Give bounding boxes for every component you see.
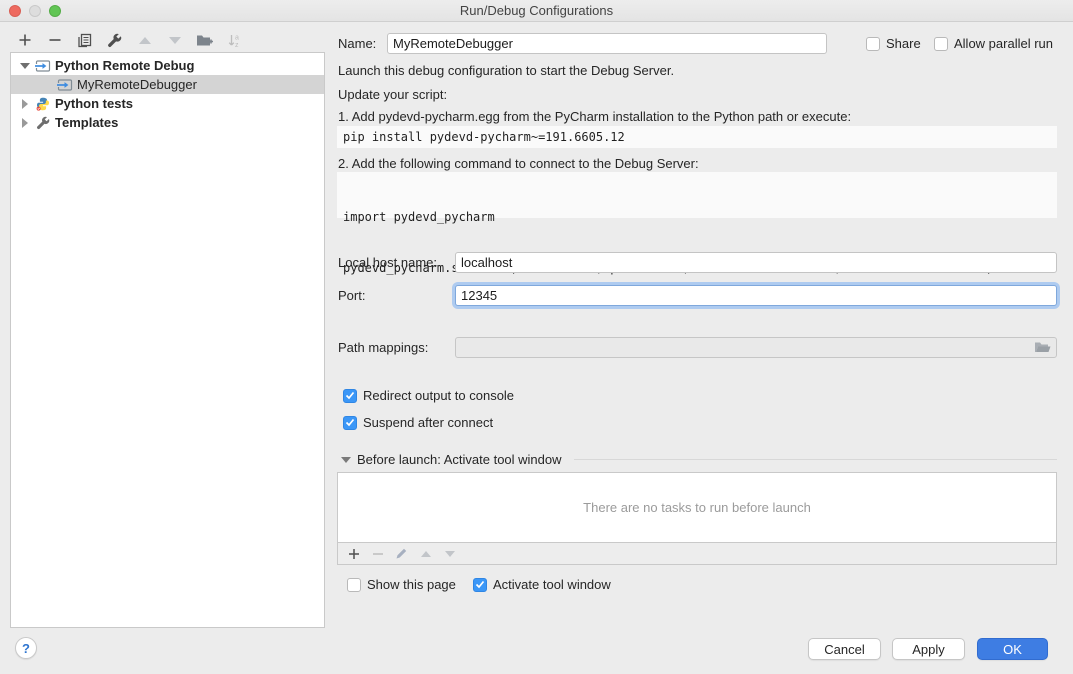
- chevron-down-icon[interactable]: [341, 457, 351, 463]
- python-tests-icon: [35, 97, 51, 111]
- configurations-tree: Python Remote Debug MyRemoteDebugger Pyt…: [10, 52, 325, 628]
- pip-install-code-block: pip install pydevd-pycharm~=191.6605.12: [337, 126, 1057, 148]
- name-label: Name:: [338, 33, 376, 54]
- tree-item-templates[interactable]: Templates: [11, 113, 324, 132]
- code-line: import pydevd_pycharm: [343, 209, 1051, 226]
- name-input[interactable]: [387, 33, 827, 54]
- before-launch-toolbar: [337, 543, 1057, 565]
- configurations-toolbar: az: [16, 30, 243, 50]
- help-button[interactable]: ?: [15, 637, 37, 659]
- allow-parallel-run-label: Allow parallel run: [954, 36, 1053, 51]
- tree-item-label: MyRemoteDebugger: [77, 77, 197, 92]
- redirect-output-label: Redirect output to console: [363, 388, 514, 403]
- tree-item-label: Python Remote Debug: [55, 58, 194, 73]
- before-launch-task-list[interactable]: There are no tasks to run before launch: [337, 472, 1057, 543]
- edit-task-icon: [394, 546, 409, 562]
- path-mappings-field[interactable]: [455, 337, 1057, 358]
- svg-text:z: z: [235, 42, 239, 48]
- tree-item-myremotedebugger[interactable]: MyRemoteDebugger: [11, 75, 324, 94]
- activate-tool-window-checkbox[interactable]: [473, 578, 487, 592]
- remote-debug-icon: [35, 59, 51, 73]
- share-label: Share: [886, 36, 921, 51]
- chevron-right-icon[interactable]: [19, 99, 31, 109]
- share-checkbox-row[interactable]: Share: [866, 36, 921, 51]
- apply-button[interactable]: Apply: [892, 638, 965, 660]
- remote-debug-icon: [57, 78, 73, 92]
- tree-item-label: Python tests: [55, 96, 133, 111]
- activate-tool-window-row[interactable]: Activate tool window: [473, 577, 611, 592]
- suspend-after-connect-label: Suspend after connect: [363, 415, 493, 430]
- path-mappings-label: Path mappings:: [338, 337, 428, 358]
- share-checkbox[interactable]: [866, 37, 880, 51]
- run-debug-configurations-dialog: Run/Debug Configurations az Python Remo: [0, 0, 1073, 674]
- tree-item-python-remote-debug[interactable]: Python Remote Debug: [11, 56, 324, 75]
- tree-item-label: Templates: [55, 115, 118, 130]
- instruction-line: Launch this debug configuration to start…: [338, 63, 674, 78]
- sort-alphabetically-icon: az: [226, 32, 243, 48]
- window-title: Run/Debug Configurations: [0, 3, 1073, 18]
- instruction-step-2: 2. Add the following command to connect …: [338, 156, 699, 171]
- redirect-output-row[interactable]: Redirect output to console: [343, 388, 514, 403]
- before-launch-title: Before launch: Activate tool window: [357, 452, 562, 467]
- chevron-down-icon[interactable]: [19, 63, 31, 69]
- empty-tasks-message: There are no tasks to run before launch: [583, 500, 811, 515]
- check-icon: [345, 418, 355, 427]
- help-icon: ?: [22, 641, 30, 656]
- settrace-code-block: import pydevd_pycharm pydevd_pycharm.set…: [337, 172, 1057, 218]
- section-separator: [574, 459, 1057, 460]
- move-up-icon: [136, 32, 153, 48]
- remove-configuration-icon[interactable]: [46, 32, 63, 48]
- add-configuration-icon[interactable]: [16, 32, 33, 48]
- move-down-icon: [166, 32, 183, 48]
- allow-parallel-run-checkbox[interactable]: [934, 37, 948, 51]
- configuration-editor: Name: Share Allow parallel run Launch th…: [337, 22, 1057, 622]
- dialog-footer: ? Cancel Apply OK: [0, 630, 1073, 674]
- activate-tool-window-label: Activate tool window: [493, 577, 611, 592]
- check-icon: [475, 580, 485, 589]
- move-task-up-icon: [418, 546, 433, 562]
- instruction-line: Update your script:: [338, 87, 447, 102]
- local-host-name-label: Local host name:: [338, 252, 437, 273]
- port-label: Port:: [338, 285, 365, 306]
- show-this-page-row[interactable]: Show this page: [347, 577, 456, 592]
- suspend-after-connect-row[interactable]: Suspend after connect: [343, 415, 493, 430]
- chevron-right-icon[interactable]: [19, 118, 31, 128]
- svg-text:a: a: [235, 34, 239, 41]
- copy-configuration-icon[interactable]: [76, 32, 93, 48]
- show-this-page-checkbox[interactable]: [347, 578, 361, 592]
- show-this-page-label: Show this page: [367, 577, 456, 592]
- redirect-output-checkbox[interactable]: [343, 389, 357, 403]
- wrench-icon: [35, 116, 51, 130]
- before-launch-header[interactable]: Before launch: Activate tool window: [341, 452, 1057, 467]
- suspend-after-connect-checkbox[interactable]: [343, 416, 357, 430]
- new-folder-icon[interactable]: [196, 32, 213, 48]
- add-task-icon[interactable]: [346, 546, 361, 562]
- folder-icon[interactable]: [1034, 341, 1051, 354]
- edit-templates-icon[interactable]: [106, 32, 123, 48]
- cancel-button[interactable]: Cancel: [808, 638, 881, 660]
- port-input[interactable]: [455, 285, 1057, 306]
- remove-task-icon: [370, 546, 385, 562]
- titlebar: Run/Debug Configurations: [0, 0, 1073, 22]
- check-icon: [345, 391, 355, 400]
- ok-button[interactable]: OK: [977, 638, 1048, 660]
- move-task-down-icon: [442, 546, 457, 562]
- allow-parallel-run-row[interactable]: Allow parallel run: [934, 36, 1053, 51]
- tree-item-python-tests[interactable]: Python tests: [11, 94, 324, 113]
- local-host-name-input[interactable]: [455, 252, 1057, 273]
- instruction-step-1: 1. Add pydevd-pycharm.egg from the PyCha…: [338, 109, 851, 124]
